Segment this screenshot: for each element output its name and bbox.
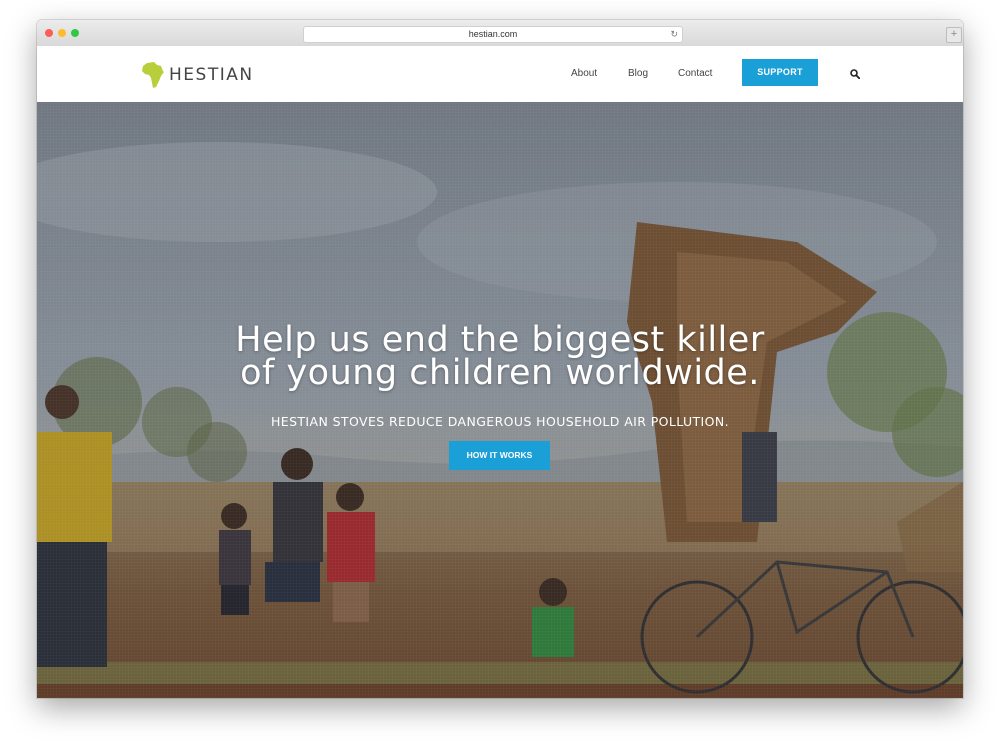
how-it-works-button[interactable]: HOW IT WORKS	[449, 441, 550, 470]
browser-toolbar: hestian.com ↻ +	[37, 20, 963, 47]
reload-icon[interactable]: ↻	[670, 27, 678, 42]
browser-window: hestian.com ↻ + HESTIAN About Blog Conta…	[37, 20, 963, 698]
hero-section: Help us end the biggest killer of young …	[37, 102, 963, 698]
zoom-window-button[interactable]	[71, 29, 79, 37]
africa-map-icon	[142, 62, 164, 88]
new-tab-button[interactable]: +	[946, 27, 962, 43]
hero-subtitle: HESTIAN STOVES REDUCE DANGEROUS HOUSEHOL…	[270, 414, 730, 429]
address-bar[interactable]: hestian.com ↻	[303, 26, 683, 43]
hero-texture-overlay	[37, 102, 963, 698]
support-button[interactable]: SUPPORT	[742, 59, 818, 86]
hero-title: Help us end the biggest killer of young …	[37, 323, 963, 393]
search-icon[interactable]	[850, 69, 860, 79]
address-bar-url: hestian.com	[468, 29, 518, 39]
logo-text: HESTIAN	[169, 65, 254, 85]
minimize-window-button[interactable]	[58, 29, 66, 37]
nav-about-link[interactable]: About	[571, 68, 597, 79]
site-logo[interactable]: HESTIAN	[141, 61, 254, 89]
nav-blog-link[interactable]: Blog	[628, 68, 648, 79]
close-window-button[interactable]	[45, 29, 53, 37]
nav-contact-link[interactable]: Contact	[678, 68, 712, 79]
site-header: HESTIAN About Blog Contact SUPPORT	[37, 46, 963, 102]
hero-title-line-2: of young children worldwide.	[240, 353, 760, 393]
